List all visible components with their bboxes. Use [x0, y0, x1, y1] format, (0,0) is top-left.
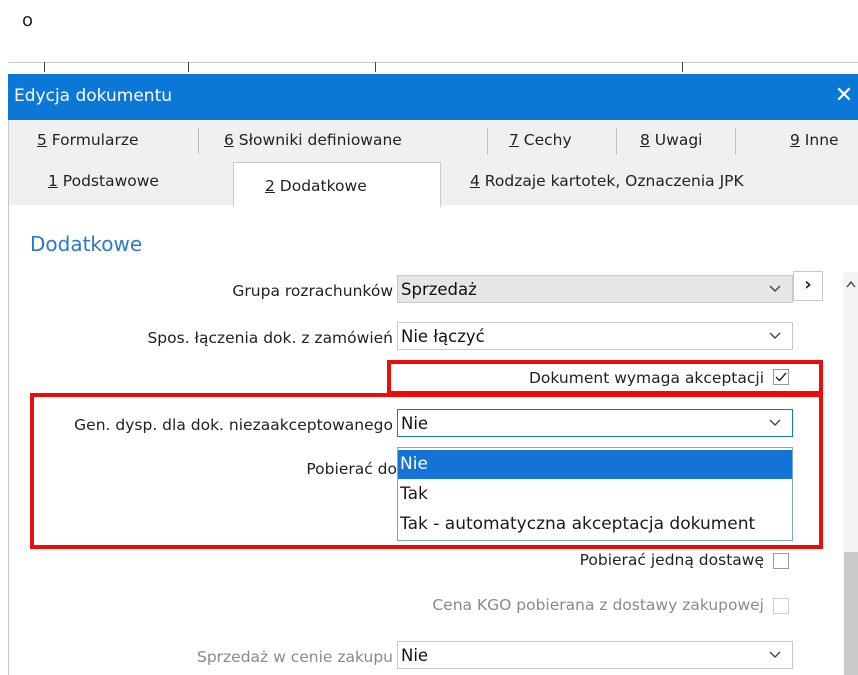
grupa-rozrachunkow-value: Sprzedaż: [401, 280, 477, 299]
chevron-down-icon: [769, 651, 781, 658]
chevron-down-icon: [769, 419, 781, 426]
tab-separator: [735, 128, 736, 154]
background-mark: [682, 62, 683, 72]
tab-separator: [487, 128, 488, 154]
akceptacja-label: Dokument wymaga akceptacji: [529, 369, 764, 387]
tab-cechy[interactable]: 7 Cechy: [509, 131, 572, 149]
scroll-up-icon[interactable]: [846, 280, 856, 288]
close-icon[interactable]: ✕: [829, 80, 858, 112]
spos-laczenia-select[interactable]: Nie łączyć: [397, 322, 793, 350]
background-mark: [44, 62, 45, 72]
tab-inne[interactable]: 9 Inne: [790, 131, 839, 149]
tab-slowniki-definiowane[interactable]: 6 Słowniki definiowane: [224, 131, 402, 149]
gen-dysp-select[interactable]: Nie: [397, 409, 793, 437]
dropdown-option-tak[interactable]: Tak: [398, 480, 792, 509]
cena-kgo-checkbox: [773, 598, 789, 614]
pobierac-jedna-checkbox[interactable]: [773, 553, 789, 569]
window-title: Edycja dokumentu: [14, 86, 173, 106]
section-title: Dodatkowe: [30, 232, 143, 256]
akceptacja-checkbox[interactable]: [773, 369, 789, 385]
pobierac-label: Pobierać do: [306, 460, 397, 478]
tab-podstawowe[interactable]: 1 Podstawowe: [48, 172, 159, 190]
dropdown-option-nie[interactable]: Nie: [398, 450, 792, 479]
spos-laczenia-label: Spos. łączenia dok. z zamówień: [147, 329, 393, 347]
tab-formularze[interactable]: 5 Formularze: [37, 131, 139, 149]
spos-laczenia-value: Nie łączyć: [401, 327, 485, 346]
tab-rodzaje-kartotek[interactable]: 4 Rodzaje kartotek, Oznaczenia JPK: [470, 172, 744, 190]
grupa-navigate-button[interactable]: ›: [793, 271, 823, 301]
grupa-rozrachunkow-select[interactable]: Sprzedaż: [397, 275, 793, 303]
chevron-down-icon: [769, 332, 781, 339]
gen-dysp-value: Nie: [401, 414, 429, 433]
tab-uwagi[interactable]: 8 Uwagi: [640, 131, 702, 149]
dropdown-option-tak-automatyczna[interactable]: Tak - automatyczna akceptacja dokument: [398, 510, 792, 539]
gen-dysp-label: Gen. dysp. dla dok. niezaakceptowanego: [74, 416, 393, 434]
chevron-down-icon: [769, 285, 781, 292]
cena-kgo-label: Cena KGO pobierana z dostawy zakupowej: [432, 596, 764, 614]
gen-dysp-dropdown-list[interactable]: Nie Tak Tak - automatyczna akceptacja do…: [397, 447, 793, 541]
background-mark: [375, 62, 376, 72]
top-circle-glyph: o: [22, 10, 34, 31]
sprzedaz-w-cenie-select[interactable]: Nie: [397, 641, 793, 669]
chevron-right-icon: ›: [804, 274, 812, 295]
tab-separator: [198, 128, 199, 154]
tab-separator: [616, 128, 617, 154]
tab-dodatkowe[interactable]: 2 Dodatkowe: [265, 177, 367, 195]
grupa-rozrachunkow-label: Grupa rozrachunków: [232, 282, 393, 300]
background-mark: [188, 62, 189, 72]
scrollbar-thumb[interactable]: [844, 552, 858, 675]
checkmark-icon: [775, 372, 787, 382]
pobierac-jedna-label: Pobierać jedną dostawę: [579, 551, 764, 569]
sprzedaz-w-cenie-value: Nie: [401, 646, 429, 665]
sprzedaz-w-cenie-label: Sprzedaż w cenie zakupu: [197, 648, 393, 666]
